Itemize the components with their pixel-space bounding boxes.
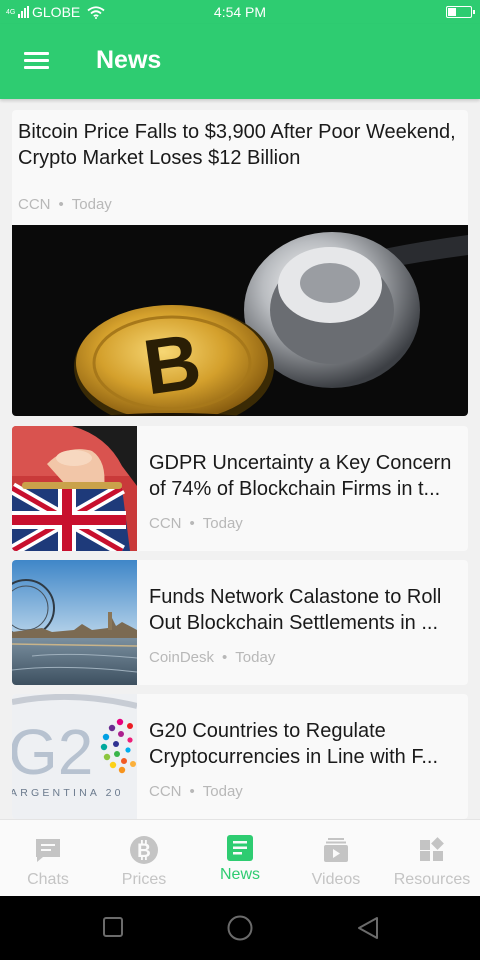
g20-image-caption: ARGENTINA 20 <box>12 787 124 799</box>
hamburger-menu-icon[interactable] <box>24 52 50 72</box>
article-source: CCN <box>18 196 51 213</box>
article-time: Today <box>235 649 276 666</box>
article-title: GDPR Uncertainty a Key Concern of 74% of… <box>149 450 461 502</box>
union-jack-purse-image <box>12 426 137 551</box>
article-meta: CoinDesk • Today <box>149 649 275 666</box>
nav-news[interactable]: News <box>192 820 288 897</box>
bitcoin-stethoscope-image: B <box>12 225 468 416</box>
battery-icon <box>446 6 475 18</box>
article-meta: CCN • Today <box>149 515 243 532</box>
clock: 4:54 PM <box>213 4 267 20</box>
article-title: G20 Countries to Regulate Cryptocurrenci… <box>149 718 461 770</box>
article-card[interactable]: GDPR Uncertainty a Key Concern of 74% of… <box>12 426 468 551</box>
article-title: Bitcoin Price Falls to $3,900 After Poor… <box>18 121 456 169</box>
news-feed[interactable]: Bitcoin Price Falls to $3,900 After Poor… <box>0 99 480 819</box>
app-bar: News <box>0 24 480 99</box>
article-source: CCN <box>149 515 182 532</box>
article-time: Today <box>202 515 243 532</box>
svg-text:G2: G2 <box>12 716 93 788</box>
meta-separator: • <box>189 515 195 532</box>
london-eye-image <box>12 560 137 685</box>
nav-label: Prices <box>121 871 167 888</box>
article-title-line1: Funds Network Calastone to Roll <box>149 586 442 608</box>
nav-label: Resources <box>393 871 471 888</box>
nav-label: Chats <box>27 871 69 888</box>
bitcoin-icon: B <box>130 836 158 864</box>
system-navigation-bar <box>0 896 480 960</box>
article-title-line2: of 74% of Blockchain Firms in t... <box>149 478 441 500</box>
article-title-line2: Cryptocurrencies in Line with F... <box>149 746 439 768</box>
back-icon[interactable] <box>356 916 380 940</box>
meta-separator: • <box>222 649 228 666</box>
bottom-navigation: Chats B Prices News Videos Resources <box>0 819 480 896</box>
article-source: CCN <box>149 783 182 800</box>
nav-label: Videos <box>311 871 361 888</box>
nav-chats[interactable]: Chats <box>0 820 96 897</box>
article-source: CoinDesk <box>149 649 215 666</box>
resources-icon <box>420 837 444 861</box>
nav-label: News <box>219 866 260 883</box>
nav-videos[interactable]: Videos <box>288 820 384 897</box>
g20-argentina-image: G2 ARGENTINA 20 <box>12 694 137 819</box>
recent-apps-icon[interactable] <box>103 916 123 938</box>
page-title: News <box>96 46 162 74</box>
article-card[interactable]: Funds Network Calastone to Roll Out Bloc… <box>12 560 468 685</box>
article-title-line2: Out Blockchain Settlements in ... <box>149 612 439 634</box>
video-icon <box>324 838 348 862</box>
article-card[interactable]: G2 ARGENTINA 20 G20 Countries to Regulat… <box>12 694 468 819</box>
svg-text:B: B <box>137 841 151 862</box>
article-title-line1: GDPR Uncertainty a Key Concern <box>149 452 452 474</box>
chat-icon <box>36 839 60 862</box>
featured-article-card[interactable]: Bitcoin Price Falls to $3,900 After Poor… <box>12 110 468 416</box>
home-icon[interactable] <box>227 915 253 941</box>
nav-prices[interactable]: B Prices <box>96 820 192 897</box>
article-meta: CCN • Today <box>149 783 243 800</box>
article-time: Today <box>71 196 112 213</box>
news-icon <box>227 835 253 861</box>
article-title-line1: G20 Countries to Regulate <box>149 720 386 742</box>
meta-separator: • <box>189 783 195 800</box>
article-time: Today <box>202 783 243 800</box>
article-title: Funds Network Calastone to Roll Out Bloc… <box>149 584 461 636</box>
nav-resources[interactable]: Resources <box>384 820 480 897</box>
meta-separator: • <box>58 196 64 213</box>
article-meta: CCN • Today <box>18 196 112 213</box>
status-bar: 4G GLOBE 4:54 PM <box>0 0 480 24</box>
